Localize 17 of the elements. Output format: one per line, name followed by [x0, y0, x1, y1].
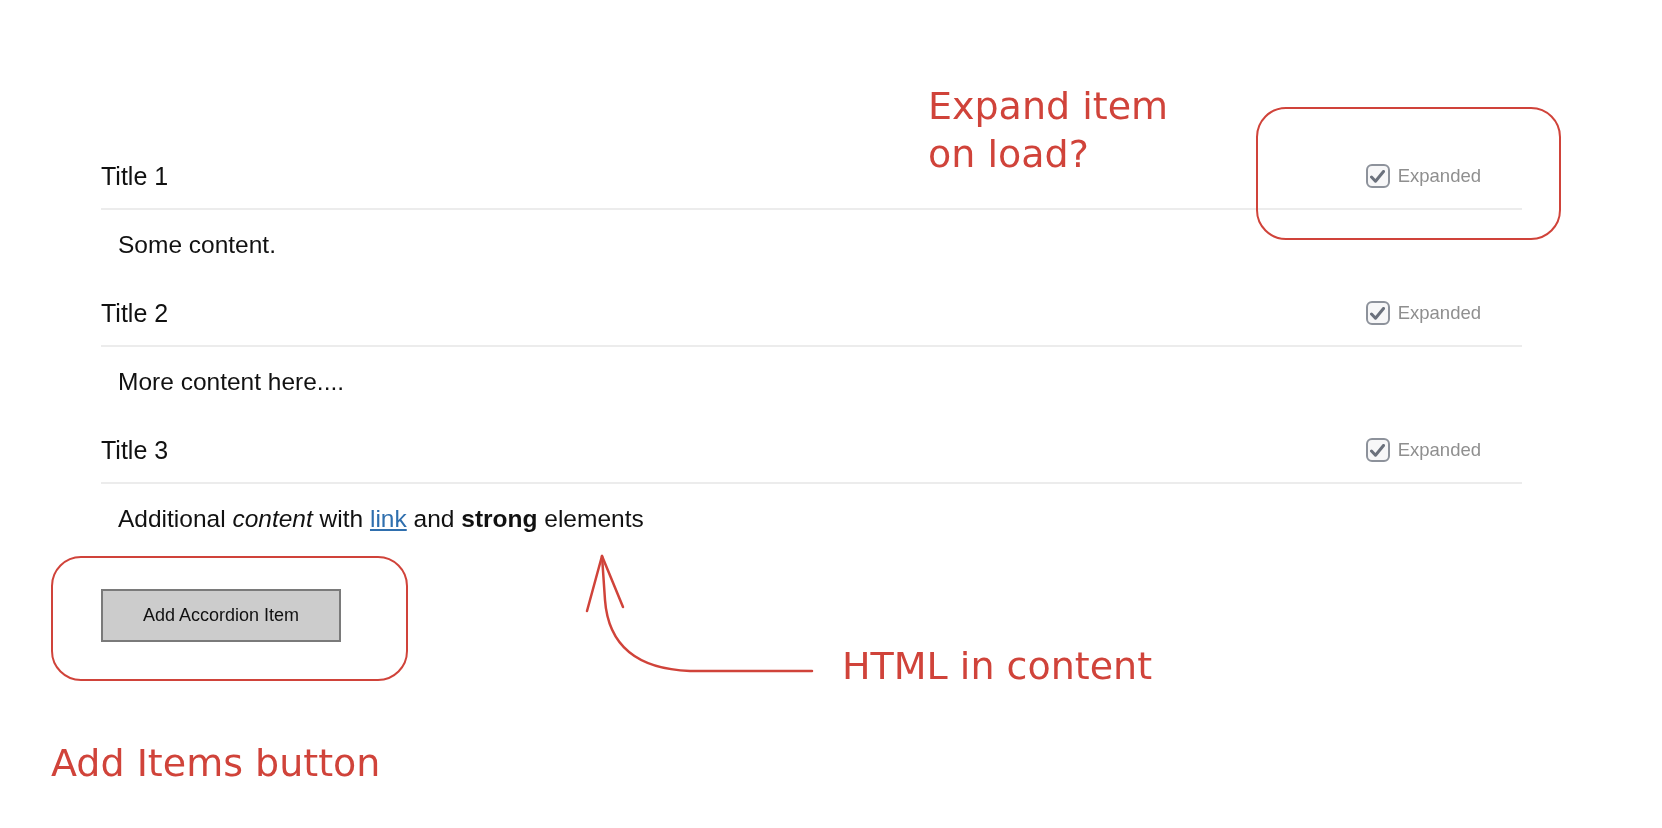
- content-text: Some content.: [118, 231, 276, 258]
- content-text: Additional content with link and strong elements: [118, 505, 644, 532]
- checkmark-icon: [1370, 169, 1386, 183]
- content-link[interactable]: link: [370, 505, 407, 532]
- annotation-note: Expand item on load?: [928, 83, 1170, 178]
- checkmark-icon: [1370, 443, 1386, 457]
- expanded-checkbox[interactable]: [1365, 438, 1390, 462]
- content-text: More content here....: [118, 368, 345, 395]
- expanded-checkbox[interactable]: [1365, 301, 1390, 325]
- annotation-note: HTML in content: [842, 643, 1153, 690]
- accordion-title[interactable]: Title 1: [101, 160, 169, 192]
- annotation-note: Add Items button: [51, 740, 381, 787]
- checkmark-icon: [1370, 306, 1386, 320]
- accordion-title[interactable]: Title 3: [101, 434, 169, 466]
- expanded-checkbox[interactable]: [1365, 164, 1390, 188]
- accordion-title[interactable]: Title 2: [101, 297, 169, 329]
- add-item-button[interactable]: Add Accordion Item: [101, 589, 341, 642]
